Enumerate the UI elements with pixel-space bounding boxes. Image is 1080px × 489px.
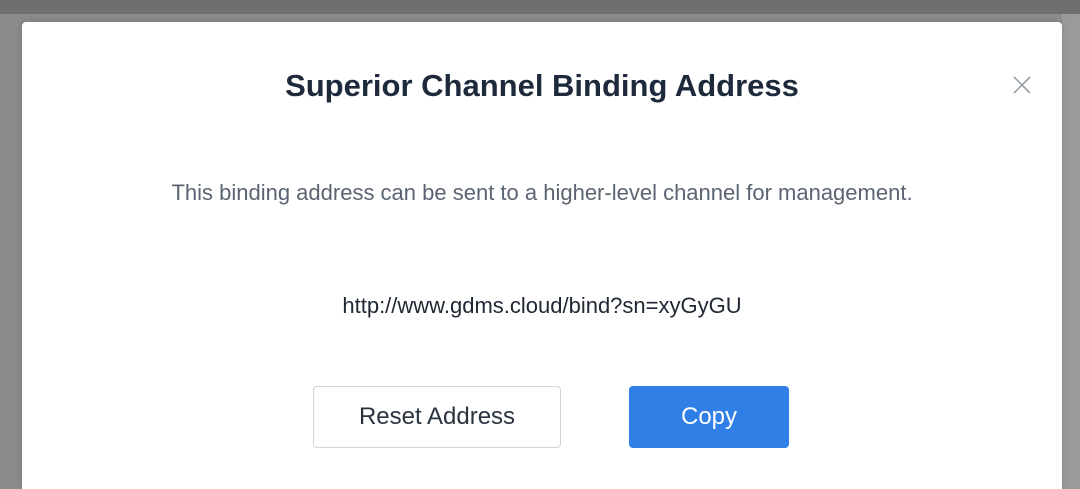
reset-address-button[interactable]: Reset Address (313, 386, 561, 448)
dialog-description: This binding address can be sent to a hi… (171, 180, 913, 205)
backdrop-right-edge (1062, 14, 1080, 489)
dialog-title: Superior Channel Binding Address (285, 68, 799, 103)
copy-label: Copy (680, 403, 738, 430)
reset-address-label: Reset Address (358, 403, 516, 430)
binding-address-dialog: Superior Channel Binding Address This bi… (22, 22, 1062, 489)
close-button[interactable] (1007, 70, 1037, 100)
backdrop-top-strip (0, 0, 1080, 14)
close-icon (1013, 76, 1031, 94)
copy-button[interactable]: Copy (629, 386, 789, 448)
binding-url: http://www.gdms.cloud/bind?sn=xyGyGU (342, 293, 742, 318)
